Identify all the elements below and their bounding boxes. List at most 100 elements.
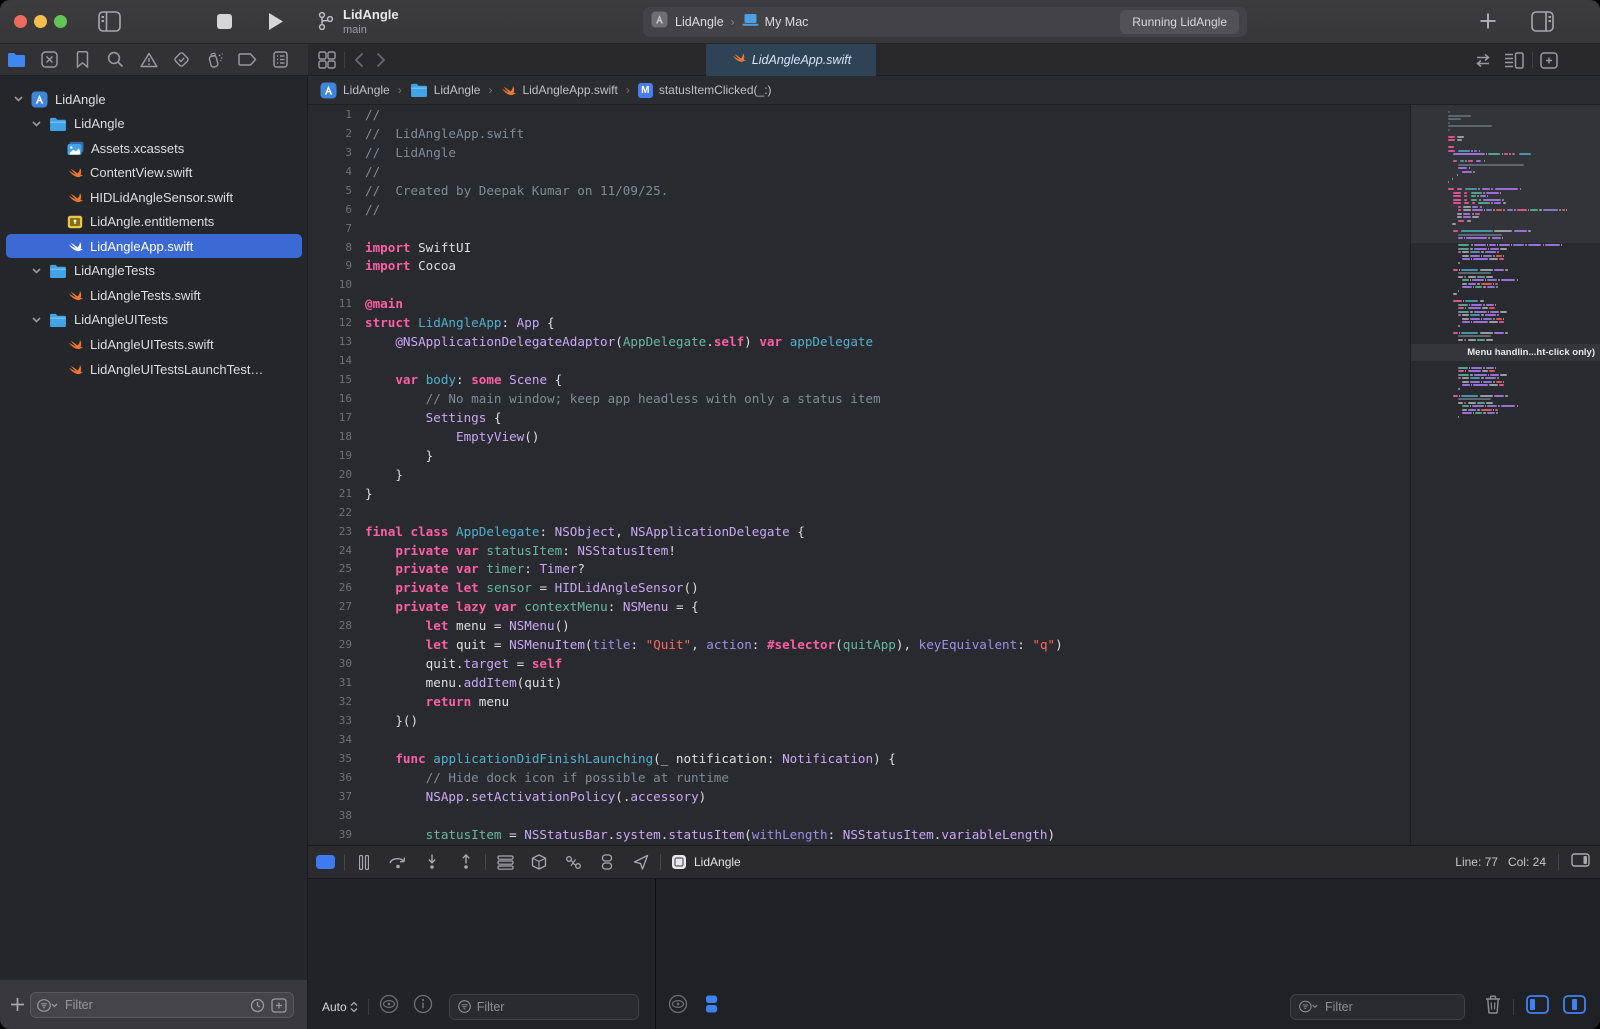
run-button[interactable] — [267, 12, 284, 36]
code-line-21: 21} — [308, 484, 1410, 503]
toggle-right-sidebar-icon[interactable] — [1531, 11, 1554, 37]
toggle-variables-view-icon[interactable] — [1526, 995, 1549, 1019]
active-branch: main — [343, 24, 367, 36]
minimap-mark-label: Menu handlin...ht-click only) — [1467, 347, 1595, 358]
console-filter-input[interactable]: Filter — [1290, 994, 1465, 1020]
changes-navigator-tab[interactable] — [33, 51, 66, 68]
debug-process[interactable]: LidAngle — [671, 854, 741, 870]
variables-quicklook-icon[interactable] — [379, 994, 399, 1019]
step-out-button[interactable] — [449, 854, 483, 870]
xcode-window: LidAngle main LidAngle › My Mac Running … — [0, 0, 1600, 1029]
clear-console-icon[interactable] — [1485, 995, 1501, 1019]
file-name: ContentView.swift — [90, 165, 192, 180]
stop-button[interactable] — [217, 14, 232, 34]
line-number: 25 — [308, 562, 352, 575]
variables-view[interactable]: Auto Filter — [308, 879, 655, 1029]
jump-bar[interactable]: LidAngle›LidAngle›LidAngleApp.swift›Msta… — [308, 76, 1600, 105]
variables-filter-input[interactable]: Filter — [449, 994, 639, 1020]
reports-navigator-tab[interactable] — [264, 51, 297, 68]
file-tree-row-lidangle[interactable]: LidAngle — [0, 87, 308, 111]
file-tree-row-lidangleuitestslaunchtest-[interactable]: LidAngleUITestsLaunchTest… — [0, 357, 308, 381]
debug-navigator-tab[interactable] — [198, 51, 231, 69]
variables-scope-selector[interactable]: Auto — [322, 1000, 358, 1014]
line-number: 32 — [308, 695, 352, 708]
toggle-debug-area-button[interactable] — [308, 855, 342, 869]
disclosure-chevron-icon[interactable] — [32, 317, 42, 323]
toggle-left-sidebar-icon[interactable] — [98, 11, 121, 37]
simulate-location-button[interactable] — [624, 854, 658, 870]
breadcrumb-lidangle[interactable]: LidAngle — [410, 83, 481, 97]
breadcrumb-statusitemclicked-[interactable]: MstatusItemClicked(_:) — [638, 83, 772, 98]
zoom-button[interactable] — [54, 15, 67, 28]
file-name: LidAngleApp.swift — [90, 239, 193, 254]
console-mode-icon[interactable] — [704, 994, 719, 1019]
toggle-console-view-icon[interactable] — [1563, 995, 1586, 1019]
disclosure-chevron-icon[interactable] — [32, 121, 42, 127]
environment-overrides-button[interactable] — [556, 855, 590, 870]
go-back-icon[interactable] — [354, 52, 364, 73]
related-items-icon[interactable] — [1474, 53, 1492, 73]
line-number: 26 — [308, 581, 352, 594]
variables-info-icon[interactable] — [413, 994, 433, 1019]
navigator-filter-input[interactable]: Filter — [30, 992, 294, 1018]
file-tree-row-assets-xcassets[interactable]: Assets.xcassets — [0, 136, 308, 160]
file-tree-row-lidangleuitests[interactable]: LidAngleUITests — [0, 308, 308, 332]
disclosure-chevron-icon[interactable] — [14, 96, 24, 102]
search-navigator-tab[interactable] — [99, 51, 132, 68]
line-number: 21 — [308, 487, 352, 500]
add-toolbar-button[interactable] — [1479, 12, 1497, 35]
step-over-button[interactable] — [381, 855, 415, 869]
minimap-viewport[interactable] — [1411, 105, 1600, 243]
source-editor[interactable]: 1//2// LidAngleApp.swift3// LidAngle4//5… — [308, 105, 1410, 845]
file-tree-row-lidangletests[interactable]: LidAngleTests — [0, 259, 308, 283]
line-number: 33 — [308, 714, 352, 727]
file-tree-row-contentview-swift[interactable]: ContentView.swift — [0, 161, 308, 185]
debug-memory-graph-button[interactable] — [522, 854, 556, 870]
minimap-toggle-icon[interactable] — [1504, 52, 1524, 74]
file-tree-row-lidangle-entitlements[interactable]: LidAngle.entitlements — [0, 210, 308, 234]
method-badge: M — [638, 83, 653, 98]
go-forward-icon[interactable] — [376, 52, 386, 73]
process-app-icon — [671, 854, 687, 870]
console-quicklook-icon[interactable] — [668, 994, 688, 1019]
code-line-37: 37 NSApp.setActivationPolicy(.accessory) — [308, 787, 1410, 806]
full-screen-console-icon[interactable] — [1571, 853, 1590, 872]
minimize-button[interactable] — [34, 15, 47, 28]
line-number: 28 — [308, 619, 352, 632]
disclosure-chevron-icon[interactable] — [32, 268, 42, 274]
file-tree-row-lidangletests-swift[interactable]: LidAngleTests.swift — [0, 283, 308, 307]
line-number: 13 — [308, 335, 352, 348]
file-tree-row-lidangleuitests-swift[interactable]: LidAngleUITests.swift — [0, 333, 308, 357]
project-navigator-tab[interactable] — [0, 52, 33, 67]
step-into-button[interactable] — [415, 854, 449, 870]
console-view[interactable]: Filter — [655, 879, 1600, 1029]
issues-navigator-tab[interactable] — [132, 52, 165, 68]
debug-view-hierarchy-button[interactable] — [488, 855, 522, 870]
file-tree-row-lidangle[interactable]: LidAngle — [0, 112, 308, 136]
scheme-selector[interactable]: LidAngle › My Mac Running LidAngle — [643, 7, 1247, 37]
code-line-36: 36 // Hide dock icon if possible at runt… — [308, 768, 1410, 787]
breadcrumb-lidangle[interactable]: LidAngle — [320, 82, 390, 99]
close-button[interactable] — [14, 15, 27, 28]
line-number: 34 — [308, 733, 352, 746]
file-tree-row-hidlidanglesensor-swift[interactable]: HIDLidAngleSensor.swift — [0, 185, 308, 209]
add-editor-icon[interactable] — [1540, 52, 1558, 74]
editor-grid-icon[interactable] — [318, 51, 336, 74]
code-line-5: 5// Created by Deepak Kumar on 11/09/25. — [308, 181, 1410, 200]
file-tree-row-lidangleapp-swift[interactable]: LidAngleApp.swift — [0, 234, 308, 258]
device-conditions-button[interactable] — [590, 854, 624, 870]
app-icon — [320, 82, 337, 99]
process-name: LidAngle — [694, 855, 741, 869]
breadcrumb-lidangleapp-swift[interactable]: LidAngleApp.swift — [500, 83, 617, 97]
line-number: 22 — [308, 506, 352, 519]
tab-lidangleapp-swift[interactable]: LidAngleApp.swift — [706, 44, 876, 76]
code-line-24: 24 private var statusItem: NSStatusItem! — [308, 541, 1410, 560]
code-line-22: 22 — [308, 503, 1410, 522]
pause-execution-button[interactable] — [347, 855, 381, 870]
breakpoints-navigator-tab[interactable] — [231, 53, 264, 66]
breadcrumb-separator: › — [398, 83, 402, 97]
minimap[interactable]: Menu handlin...ht-click only) — [1410, 105, 1600, 845]
tests-navigator-tab[interactable] — [165, 51, 198, 68]
bookmarks-navigator-tab[interactable] — [66, 51, 99, 68]
add-file-button[interactable] — [10, 997, 25, 1017]
